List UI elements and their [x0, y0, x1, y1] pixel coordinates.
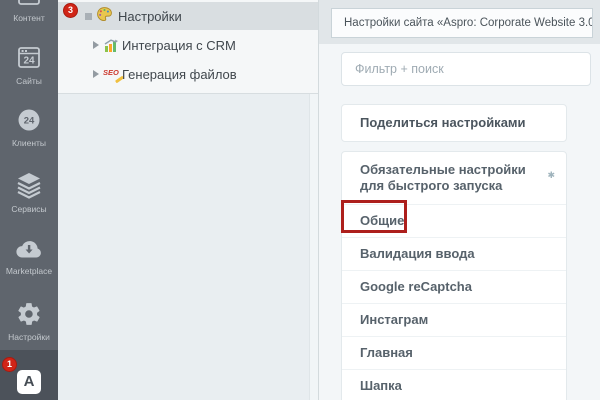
bitrix-admin-app: Контент 24 Сайты 24 Клиенты [0, 0, 600, 400]
star-icon: ✱ [547, 167, 555, 183]
monitor-icon [16, 0, 42, 6]
clients-24-icon: 24 [16, 107, 42, 133]
tree-item-crm-integration[interactable]: Интеграция с CRM [58, 31, 318, 59]
sites-window-24-icon: 24 [16, 45, 42, 71]
sidebar-item-content[interactable]: Контент [0, 0, 58, 21]
section-item-google-recaptcha[interactable]: Google reCaptcha [342, 270, 566, 303]
section-item-general[interactable]: Общие [342, 204, 566, 237]
aspro-app-icon: A [17, 370, 41, 394]
notification-badge: 1 [2, 357, 17, 372]
section-item-header[interactable]: Шапка [342, 369, 566, 400]
collapse-icon[interactable] [85, 13, 92, 20]
notification-badge: 3 [63, 3, 78, 18]
filter-search-input[interactable] [341, 52, 591, 86]
sidebar-item-marketplace[interactable]: Marketplace [0, 238, 58, 275]
svg-text:24: 24 [23, 56, 35, 67]
sidebar-item-services[interactable]: Сервисы [0, 171, 58, 214]
tree-item-file-generation[interactable]: SEO Генерация файлов [58, 60, 318, 88]
sidebar-item-label: Marketplace [0, 266, 58, 276]
expand-arrow-icon[interactable] [93, 41, 99, 49]
settings-sections-list: Обязательные настройки для быстрого запу… [342, 152, 566, 400]
chart-icon [103, 37, 119, 53]
settings-tab[interactable]: Настройки сайта «Aspro: Corporate Websit… [331, 8, 593, 38]
section-item-input-validation[interactable]: Валидация ввода [342, 237, 566, 270]
section-item-instagram[interactable]: Инстаграм [342, 303, 566, 336]
app-sidebar: Контент 24 Сайты 24 Клиенты [0, 0, 58, 400]
sidebar-item-aspro-app[interactable]: 1 A [0, 350, 58, 400]
sidebar-item-settings[interactable]: Настройки [0, 301, 58, 342]
seo-icon: SEO [103, 68, 123, 81]
sidebar-item-label: Сервисы [0, 204, 58, 214]
sidebar-item-label: Контент [0, 13, 58, 23]
settings-sections-card: Обязательные настройки для быстрого запу… [341, 151, 567, 400]
menu-empty-area [58, 94, 318, 400]
section-item-required-settings[interactable]: Обязательные настройки для быстрого запу… [342, 152, 566, 204]
section-item-main-page[interactable]: Главная [342, 336, 566, 369]
tree-item-label: Генерация файлов [122, 67, 237, 82]
scrollbar-track[interactable] [309, 94, 318, 400]
gear-icon [16, 301, 42, 327]
tree-item-label: Настройки [118, 9, 182, 24]
expand-arrow-icon[interactable] [93, 70, 99, 78]
layers-icon [15, 171, 43, 199]
menu-tree-panel: 3 Настройки Интеграция с CRM [58, 0, 318, 400]
svg-text:24: 24 [24, 116, 35, 127]
palette-icon [96, 6, 113, 23]
sidebar-item-sites[interactable]: 24 Сайты [0, 45, 58, 86]
cloud-download-icon [15, 238, 43, 260]
share-settings-button[interactable]: Поделиться настройками [341, 104, 567, 142]
tree-item-settings[interactable]: 3 Настройки [58, 2, 318, 30]
sidebar-item-label: Настройки [0, 332, 58, 342]
tree-item-label: Интеграция с CRM [122, 38, 236, 53]
sidebar-item-label: Клиенты [0, 138, 58, 148]
sidebar-item-clients[interactable]: 24 Клиенты [0, 107, 58, 148]
site-settings-panel: Настройки сайта «Aspro: Corporate Websit… [318, 0, 600, 400]
sidebar-item-label: Сайты [0, 76, 58, 86]
